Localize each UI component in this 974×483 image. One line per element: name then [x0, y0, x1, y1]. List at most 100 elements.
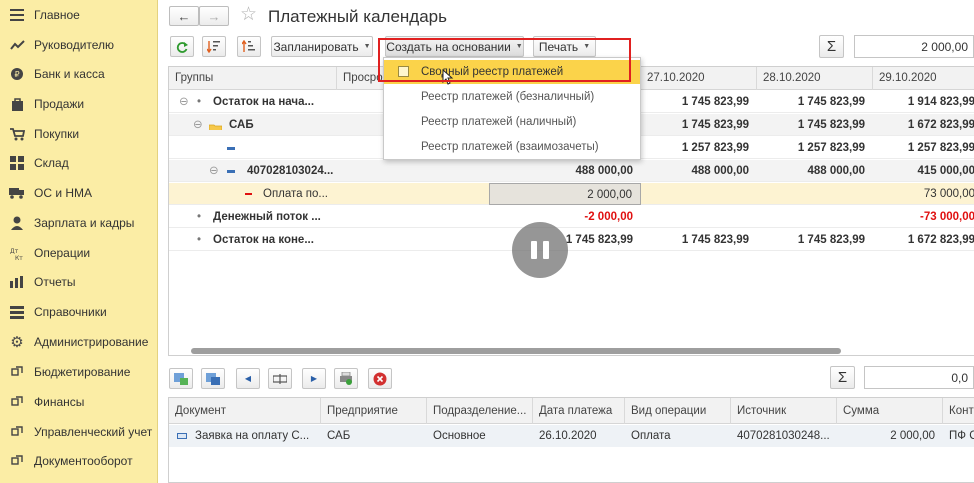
- account-icon: [227, 170, 235, 173]
- sidebar-item-label: Бюджетирование: [34, 365, 131, 379]
- column-header-date-3[interactable]: 28.10.2020: [757, 67, 873, 90]
- column-header-date[interactable]: Дата платежа: [533, 398, 625, 424]
- plan-button[interactable]: Запланировать ▼: [271, 36, 373, 57]
- menu-item-registry-offset[interactable]: Реестр платежей (взаимозачеты): [384, 135, 640, 159]
- prev-button[interactable]: ◀: [236, 368, 260, 389]
- menu-item-registry-cashless[interactable]: Реестр платежей (безналичный): [384, 85, 640, 109]
- menu-item-registry-cash[interactable]: Реестр платежей (наличный): [384, 110, 640, 134]
- cell-company: САБ: [327, 430, 351, 442]
- pause-button[interactable]: [512, 222, 568, 278]
- sidebar-item-sales[interactable]: Продажи: [0, 89, 158, 119]
- sidebar-item-label: Склад: [34, 156, 69, 170]
- svg-text:₽: ₽: [14, 70, 19, 79]
- sidebar-item-references[interactable]: Справочники: [0, 297, 158, 327]
- lower-total-value: 0,0: [951, 370, 968, 385]
- sidebar-item-manager[interactable]: Руководителю: [0, 30, 158, 60]
- column-header-counterparty[interactable]: Контр: [943, 398, 974, 424]
- cell-department: Основное: [433, 430, 486, 442]
- print-doc-button[interactable]: [334, 368, 358, 389]
- table-row[interactable]: Оплата по... 2 000,00 73 000,00: [169, 183, 974, 205]
- sort-desc-button[interactable]: [202, 36, 226, 57]
- column-header-document[interactable]: Документ: [169, 398, 321, 424]
- sidebar-item-label: Справочники: [34, 305, 107, 319]
- column-header-source[interactable]: Источник: [731, 398, 837, 424]
- row-label: 407028103024...: [247, 165, 334, 177]
- row-label: Остаток на коне...: [213, 234, 314, 246]
- sidebar-item-docflow[interactable]: Документооборот: [0, 446, 158, 476]
- add-row-button[interactable]: [169, 368, 193, 389]
- coin-icon: ₽: [9, 66, 25, 82]
- menu-item-label: Реестр платежей (взаимозачеты): [421, 141, 599, 153]
- collapse-icon[interactable]: ⊖: [209, 160, 219, 182]
- documents-table: Документ Предприятие Подразделение... Да…: [168, 397, 974, 483]
- row-label: САБ: [229, 119, 254, 131]
- sidebar-item-admin[interactable]: ⚙ Администрирование: [0, 327, 158, 357]
- bullet-icon: •: [197, 96, 202, 108]
- column-header-amount[interactable]: Сумма: [837, 398, 943, 424]
- sidebar-item-main[interactable]: Главное: [0, 0, 158, 30]
- next-button[interactable]: ▶: [302, 368, 326, 389]
- sidebar-item-reports[interactable]: Отчеты: [0, 267, 158, 297]
- gear-icon: ⚙: [10, 334, 24, 351]
- sort-asc-button[interactable]: [237, 36, 261, 57]
- column-header-operation[interactable]: Вид операции: [625, 398, 731, 424]
- copy-row-button[interactable]: [201, 368, 225, 389]
- sidebar-item-finance[interactable]: Финансы: [0, 387, 158, 417]
- horizontal-scrollbar[interactable]: [179, 348, 974, 354]
- cell-amount: 2 000,00: [890, 430, 935, 442]
- cell-value: -2 000,00: [584, 211, 633, 223]
- forward-button[interactable]: →: [199, 6, 229, 26]
- sidebar-item-salary[interactable]: Зарплата и кадры: [0, 208, 158, 238]
- back-button[interactable]: ←: [169, 6, 199, 26]
- column-header-groups[interactable]: Группы: [169, 67, 337, 90]
- svg-text:Кт: Кт: [15, 255, 23, 260]
- collapse-icon[interactable]: ⊖: [179, 91, 189, 113]
- sidebar-item-warehouse[interactable]: Склад: [0, 148, 158, 178]
- cell-source: 4070281030248...: [737, 430, 830, 442]
- column-header-company[interactable]: Предприятие: [321, 398, 427, 424]
- sidebar-item-assets[interactable]: ОС и НМА: [0, 178, 158, 208]
- delete-button[interactable]: [368, 368, 392, 389]
- cell-value: 73 000,00: [923, 188, 974, 200]
- bullet-icon: •: [197, 211, 202, 223]
- scrollbar-thumb[interactable]: [191, 348, 841, 354]
- table-row[interactable]: • Остаток на коне... 1 745 823,99 1 745 …: [169, 229, 974, 251]
- sidebar-item-purchases[interactable]: Покупки: [0, 119, 158, 149]
- fit-button[interactable]: [268, 368, 292, 389]
- sidebar-item-label: Главное: [34, 8, 80, 22]
- sidebar-item-bank[interactable]: ₽ Банк и касса: [0, 59, 158, 89]
- bullet-icon: •: [197, 234, 202, 246]
- plan-label: Запланировать: [273, 39, 359, 54]
- sidebar-item-label: Операции: [34, 246, 91, 260]
- sum-button[interactable]: Σ: [819, 35, 844, 58]
- warehouse-icon: [9, 155, 25, 171]
- sidebar-item-budgeting[interactable]: Бюджетирование: [0, 357, 158, 387]
- person-icon: [9, 215, 25, 231]
- menu-item-label: Реестр платежей (безналичный): [421, 91, 595, 103]
- sidebar-item-label: Покупки: [34, 127, 80, 141]
- payment-icon: [245, 193, 252, 195]
- table-row[interactable]: • Денежный поток ... -2 000,00 -73 000,0…: [169, 206, 974, 228]
- sidebar-item-label: ОС и НМА: [34, 186, 93, 200]
- cell-value-selected[interactable]: 2 000,00: [489, 183, 641, 205]
- book-icon: [9, 304, 25, 320]
- star-icon[interactable]: ☆: [240, 5, 257, 25]
- column-header-date-4[interactable]: 29.10.2020: [873, 67, 974, 90]
- refresh-button[interactable]: [170, 36, 194, 57]
- arrow-right-icon: →: [207, 8, 221, 24]
- collapse-icon[interactable]: ⊖: [193, 114, 203, 136]
- column-header-department[interactable]: Подразделение...: [427, 398, 533, 424]
- cell-value: 1 745 823,99: [681, 119, 749, 131]
- cell-value: 1 745 823,99: [681, 96, 749, 108]
- column-header-date-2[interactable]: 27.10.2020: [641, 67, 757, 90]
- table-row[interactable]: ⊖ 407028103024... 488 000,00 488 000,00 …: [169, 160, 974, 182]
- lower-sum-button[interactable]: Σ: [830, 366, 855, 389]
- sidebar-item-management[interactable]: Управленческий учет: [0, 417, 158, 447]
- link-icon: [9, 453, 25, 469]
- split-icon: [273, 373, 287, 384]
- arrow-left-icon: ←: [177, 8, 191, 24]
- table-row[interactable]: Заявка на оплату С... САБ Основное 26.10…: [169, 425, 974, 447]
- menu-item-label: Реестр платежей (наличный): [421, 116, 577, 128]
- sidebar-item-operations[interactable]: Дт Кт Операции: [0, 238, 158, 268]
- cell-value: 488 000,00: [691, 165, 749, 177]
